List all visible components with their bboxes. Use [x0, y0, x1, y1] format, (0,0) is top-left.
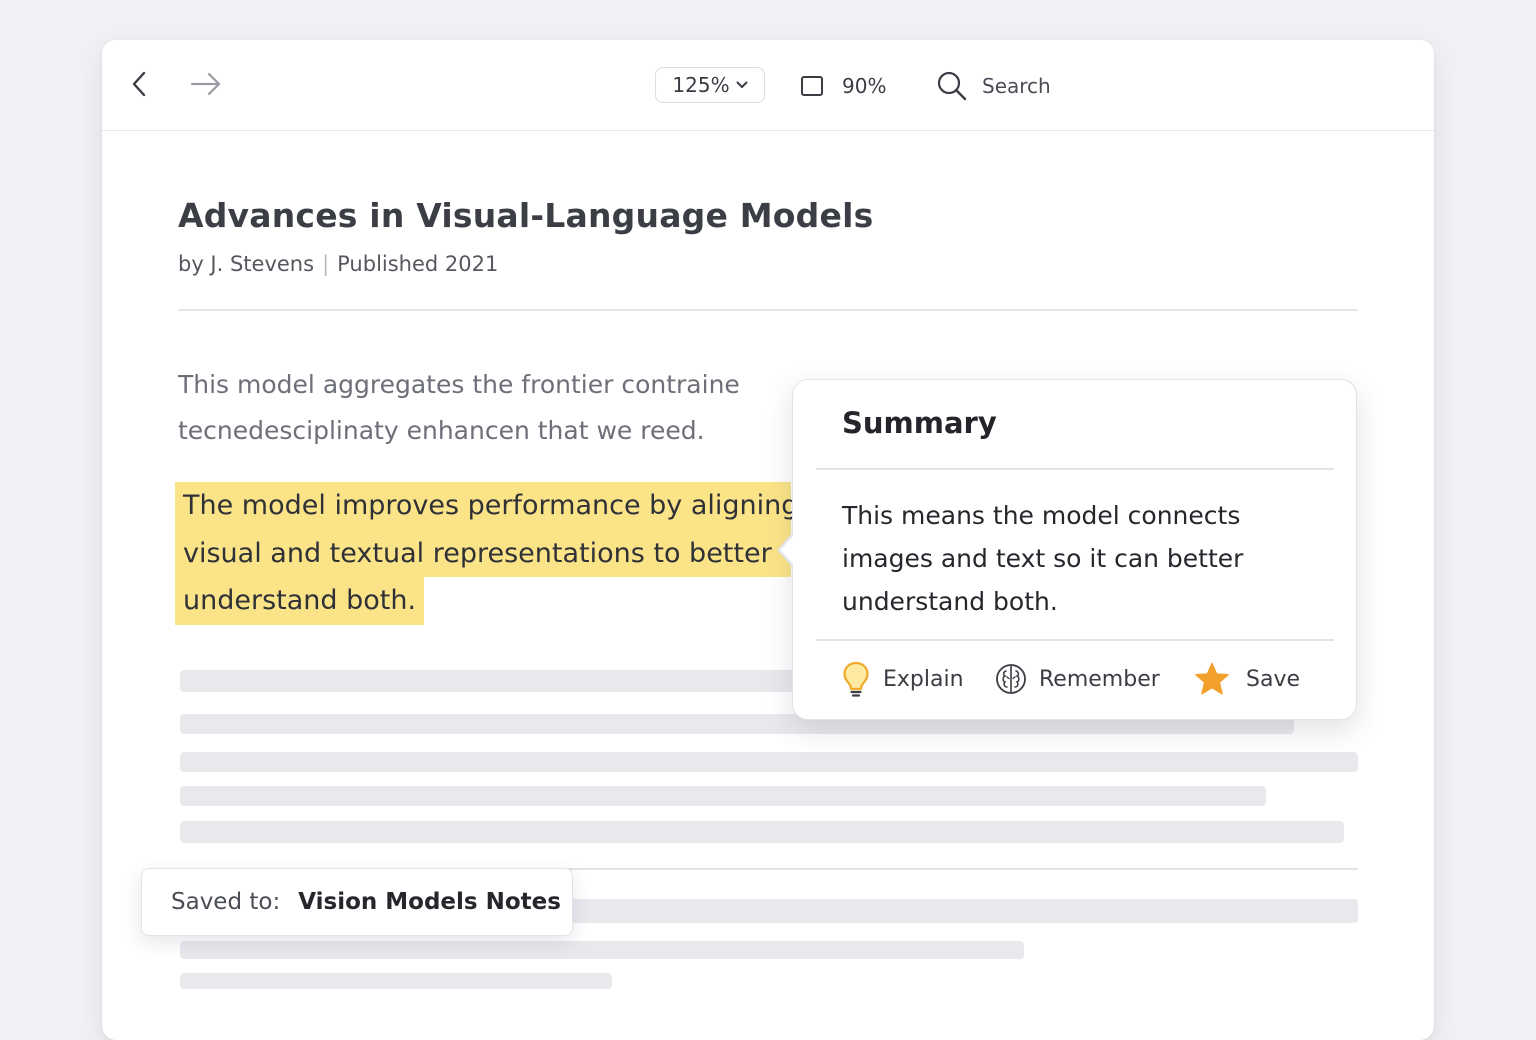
paragraph-line: This model aggregates the frontier contr… [178, 370, 740, 399]
document-title: Advances in Visual-Language Models [178, 196, 874, 235]
popover-title: Summary [842, 406, 997, 440]
text-placeholder-line [562, 899, 1358, 923]
summary-text: This means the model connects images and… [842, 501, 1244, 616]
explain-label: Explain [883, 666, 964, 692]
arrow-right-icon [190, 72, 221, 96]
search-label: Search [982, 74, 1051, 98]
back-button[interactable] [122, 66, 158, 102]
document-published: Published 2021 [337, 252, 499, 276]
text-placeholder-line [180, 941, 1024, 959]
highlight-line: understand both. [175, 577, 425, 625]
title-divider [178, 309, 1358, 311]
arrow-left-icon [132, 71, 146, 97]
fit-value: 90% [842, 74, 887, 98]
page-fit-icon [801, 76, 823, 96]
fit-page-button[interactable]: 90% [800, 68, 886, 104]
remember-label: Remember [1039, 666, 1160, 692]
text-placeholder-line [180, 973, 612, 989]
popover-divider [816, 468, 1334, 470]
brain-icon [996, 664, 1026, 694]
lightbulb-icon [843, 661, 869, 697]
toast-label: Saved to: [171, 889, 281, 915]
zoom-value: 125% [672, 73, 730, 97]
document-author: by J. Stevens [178, 252, 315, 276]
text-placeholder-line [180, 821, 1344, 843]
search-icon [937, 71, 967, 101]
search-button[interactable]: Search [936, 68, 1051, 104]
paragraph-line: tecnedesciplinaty enhancen that we reed. [178, 416, 705, 445]
highlight-line: The model improves performance by aligni… [175, 482, 798, 530]
highlight-line: visual and textual representations to be… [175, 529, 791, 577]
save-label: Save [1246, 666, 1301, 692]
text-placeholder-line [180, 670, 820, 692]
save-button[interactable]: Save [1194, 658, 1300, 700]
zoom-select[interactable]: 125% [655, 67, 765, 103]
reader-window: 125% 90% Search Advances in Visual-Langu… [102, 40, 1434, 1040]
star-icon [1195, 662, 1229, 695]
popover-actions: Explain Remember Save [841, 658, 1311, 700]
toast-destination: Vision Models Notes [298, 889, 561, 915]
text-placeholder-line [180, 752, 1358, 772]
text-placeholder-line [180, 786, 1266, 806]
intro-paragraph: This model aggregates the frontier contr… [178, 362, 778, 454]
popover-divider [816, 639, 1334, 641]
saved-toast[interactable]: Saved to: Vision Models Notes [141, 868, 573, 936]
toolbar: 125% 90% Search [102, 40, 1434, 131]
highlighted-passage[interactable]: The model improves performance by aligni… [175, 482, 798, 625]
summary-popover: Summary This means the model connects im… [777, 379, 1357, 720]
chevron-down-icon [736, 81, 748, 88]
explain-button[interactable]: Explain [841, 658, 964, 700]
document-meta: by J. Stevens | Published 2021 [178, 252, 498, 276]
forward-button[interactable] [188, 66, 224, 102]
meta-separator: | [322, 252, 330, 276]
popover-pointer-fill [780, 534, 795, 566]
remember-button[interactable]: Remember [995, 658, 1160, 700]
